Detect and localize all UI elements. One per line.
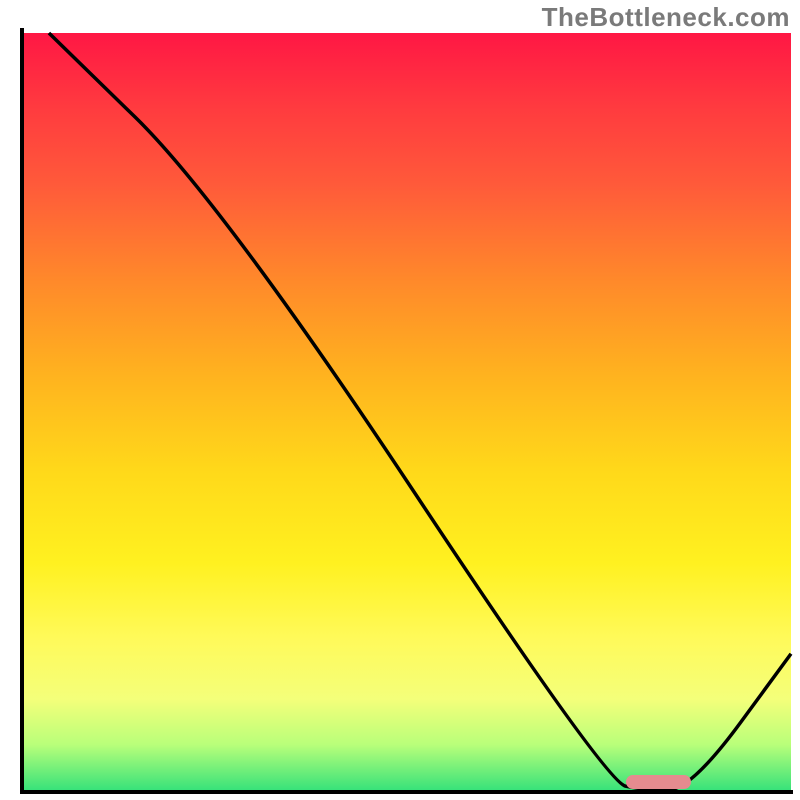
curve-path (49, 33, 791, 790)
curve-svg (22, 33, 791, 790)
chart-frame: TheBottleneck.com (0, 0, 800, 800)
x-axis-line (20, 790, 793, 794)
watermark-text: TheBottleneck.com (542, 2, 790, 33)
optimal-marker (626, 775, 691, 789)
